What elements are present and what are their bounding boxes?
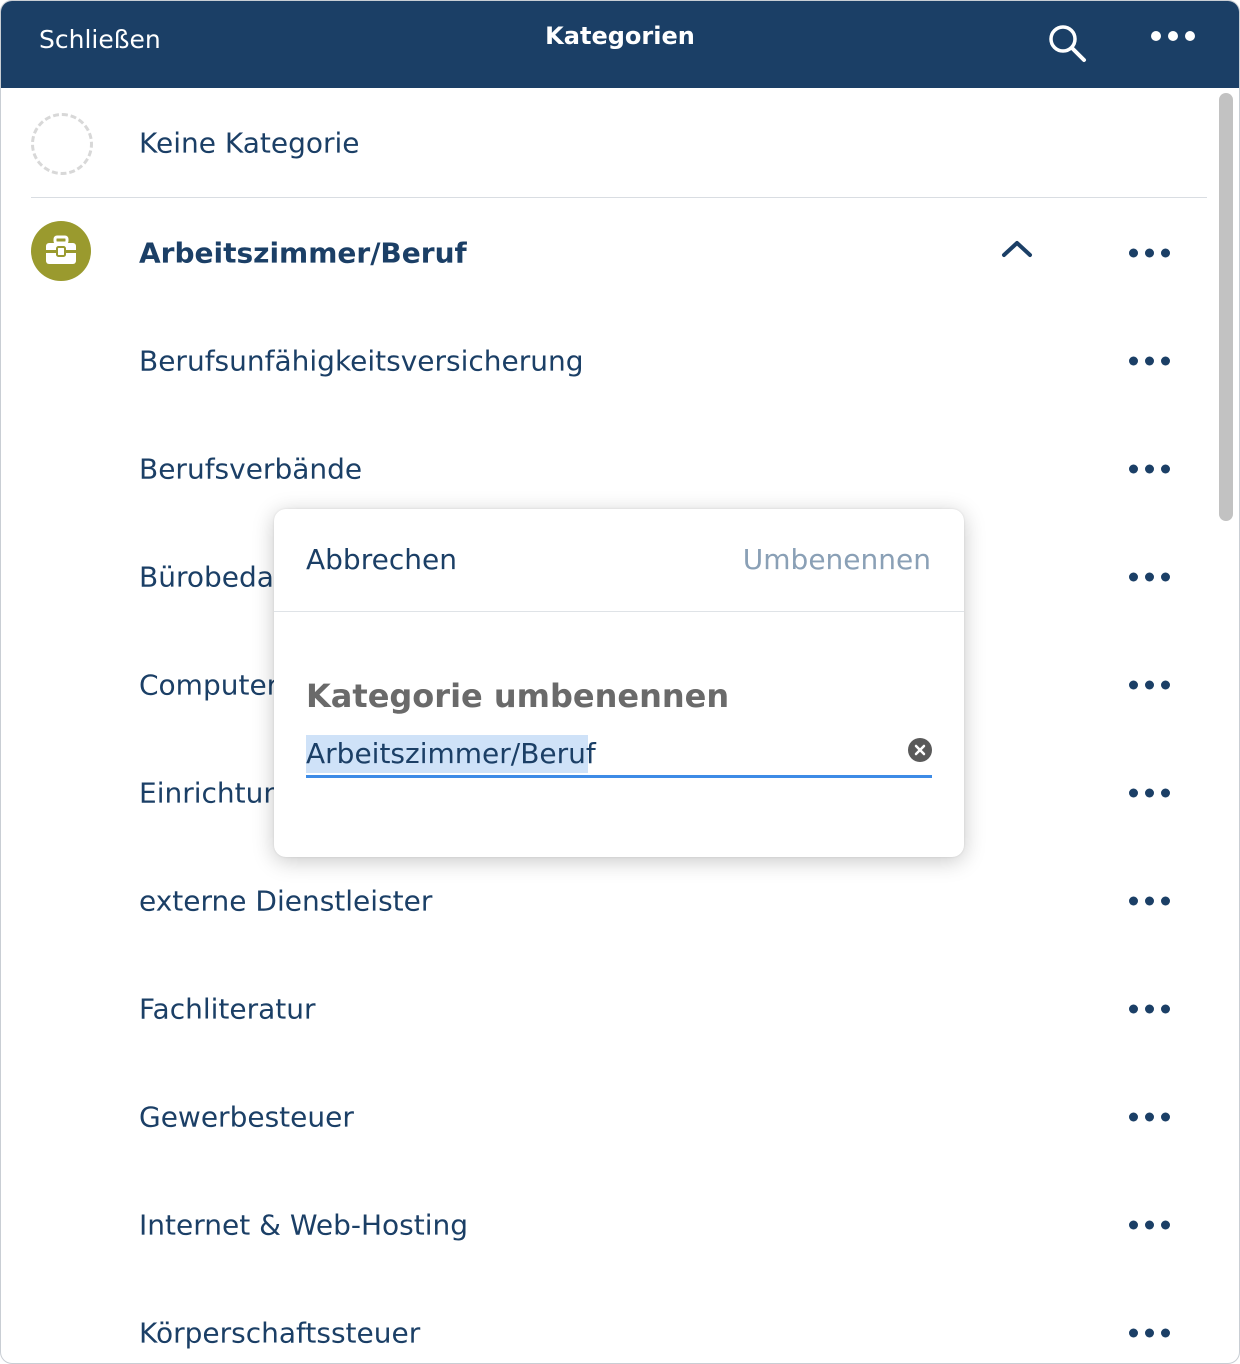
list-item-no-category[interactable]: Keine Kategorie bbox=[1, 89, 1213, 197]
more-horizontal-icon bbox=[1129, 1004, 1170, 1014]
row-more-button[interactable] bbox=[1129, 1004, 1170, 1014]
list-item-subcategory[interactable]: Körperschaftssteuer bbox=[1, 1279, 1213, 1363]
cancel-button[interactable]: Abbrechen bbox=[306, 543, 457, 576]
scrollbar-thumb[interactable] bbox=[1219, 93, 1233, 521]
row-more-button[interactable] bbox=[1129, 572, 1170, 582]
list-item-subcategory[interactable]: Berufsverbände bbox=[1, 415, 1213, 523]
more-horizontal-icon bbox=[1129, 896, 1170, 906]
row-more-button[interactable] bbox=[1129, 680, 1170, 690]
list-item-label: Bürobeda bbox=[139, 560, 274, 594]
list-item-label: Gewerbesteuer bbox=[139, 1100, 354, 1134]
list-item-label: Einrichtun bbox=[139, 776, 282, 810]
collapse-button[interactable] bbox=[999, 237, 1035, 263]
list-item-subcategory[interactable]: Berufsunfähigkeitsversicherung bbox=[1, 307, 1213, 415]
list-item-label: externe Dienstleister bbox=[139, 884, 433, 918]
header-more-button[interactable] bbox=[1151, 31, 1199, 55]
list-item-label: Körperschaftssteuer bbox=[139, 1316, 421, 1350]
row-more-button[interactable] bbox=[1129, 1220, 1170, 1230]
more-horizontal-icon bbox=[1151, 31, 1199, 41]
clear-input-button[interactable] bbox=[908, 738, 932, 762]
list-item-subcategory[interactable]: Fachliteratur bbox=[1, 955, 1213, 1063]
more-horizontal-icon bbox=[1129, 788, 1170, 798]
row-more-button[interactable] bbox=[1129, 1328, 1170, 1338]
more-horizontal-icon bbox=[1129, 356, 1170, 366]
row-more-button[interactable] bbox=[1129, 788, 1170, 798]
row-more-button[interactable] bbox=[1129, 248, 1170, 258]
list-item-subcategory[interactable]: Internet & Web-Hosting bbox=[1, 1171, 1213, 1279]
list-item-label: Berufsunfähigkeitsversicherung bbox=[139, 344, 584, 378]
divider bbox=[31, 197, 1207, 198]
list-item-label: Arbeitszimmer/Beruf bbox=[139, 236, 467, 270]
row-more-button[interactable] bbox=[1129, 464, 1170, 474]
more-horizontal-icon bbox=[1129, 572, 1170, 582]
search-icon bbox=[1049, 25, 1086, 62]
categories-window: Schließen Kategorien Keine Kategorie Arb… bbox=[0, 0, 1240, 1364]
row-more-button[interactable] bbox=[1129, 1112, 1170, 1122]
category-name-input[interactable] bbox=[306, 733, 896, 773]
more-horizontal-icon bbox=[1129, 248, 1170, 258]
more-horizontal-icon bbox=[1129, 464, 1170, 474]
list-item-label: Fachliteratur bbox=[139, 992, 316, 1026]
chevron-up-icon bbox=[1002, 241, 1032, 257]
header-bar: Schließen Kategorien bbox=[1, 1, 1239, 88]
clear-icon bbox=[908, 738, 932, 762]
more-horizontal-icon bbox=[1129, 680, 1170, 690]
rename-button[interactable]: Umbenennen bbox=[743, 543, 931, 576]
list-item-label: Berufsverbände bbox=[139, 452, 363, 486]
row-more-button[interactable] bbox=[1129, 896, 1170, 906]
category-name-field[interactable] bbox=[306, 733, 932, 778]
more-horizontal-icon bbox=[1129, 1112, 1170, 1122]
list-item-label: Computer bbox=[139, 668, 279, 702]
list-item-label: Keine Kategorie bbox=[139, 126, 360, 160]
list-item-subcategory[interactable]: Gewerbesteuer bbox=[1, 1063, 1213, 1171]
dialog-title: Kategorie umbenennen bbox=[306, 677, 730, 715]
briefcase-icon bbox=[46, 235, 76, 264]
search-button[interactable] bbox=[1045, 21, 1089, 65]
list-item-subcategory[interactable]: externe Dienstleister bbox=[1, 847, 1213, 955]
list-item-label: Internet & Web-Hosting bbox=[139, 1208, 469, 1242]
empty-circle-icon bbox=[31, 113, 93, 175]
row-more-button[interactable] bbox=[1129, 356, 1170, 366]
more-horizontal-icon bbox=[1129, 1328, 1170, 1338]
category-icon-circle bbox=[31, 221, 91, 281]
more-horizontal-icon bbox=[1129, 1220, 1170, 1230]
dialog-divider bbox=[274, 611, 964, 612]
list-item-category-expanded[interactable]: Arbeitszimmer/Beruf bbox=[1, 199, 1213, 307]
rename-dialog: Abbrechen Umbenennen Kategorie umbenenne… bbox=[274, 509, 964, 857]
